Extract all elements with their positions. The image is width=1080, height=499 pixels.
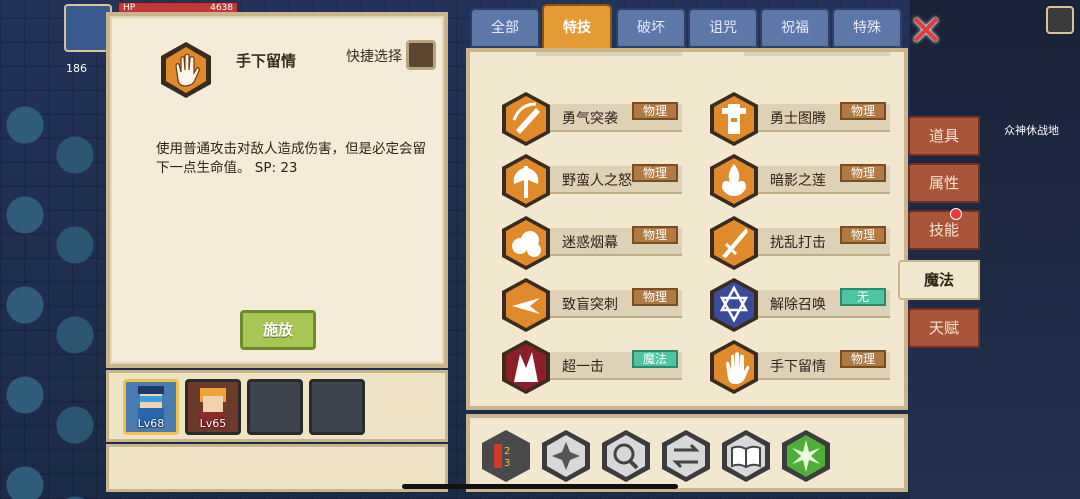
skill-name: 勇气突袭 [562,111,618,127]
skill-row[interactable]: 手下留情 物理 [692,338,892,396]
skill-toolbar: 23 [466,414,908,492]
partial-row [692,52,892,62]
skill-row[interactable]: 迷惑烟幕 物理 [484,214,684,272]
tab-all[interactable]: 全部 [470,8,540,48]
party-member-2[interactable]: Lv65 [185,379,241,435]
menu-magic[interactable]: 魔法 [898,260,980,300]
shuriken-icon[interactable] [540,428,592,484]
partial-row [484,52,684,62]
tab-special-skill[interactable]: 特技 [542,4,612,52]
skill-type-badge: 物理 [632,164,678,182]
svg-text:2: 2 [504,446,510,457]
skill-name: 解除召唤 [770,297,826,313]
skill-row[interactable]: 勇士图腾 物理 [692,90,892,148]
menu-talent[interactable]: 天赋 [908,308,980,348]
swap-arrows-icon[interactable] [660,428,712,484]
skill-name: 野蛮人之怒 [562,173,632,189]
skill-name: 致盲突刺 [562,297,618,313]
skill-row[interactable]: 暗影之莲 物理 [692,152,892,210]
quick-select-checkbox[interactable] [406,40,436,70]
svg-text:3: 3 [504,458,510,469]
hero-portrait[interactable] [64,4,112,52]
crimson-strike-icon [502,340,550,394]
tab-curse[interactable]: 诅咒 [688,8,758,48]
skill-type-badge: 魔法 [632,350,678,368]
menu-items[interactable]: 道具 [908,116,980,156]
skill-name: 暗影之莲 [770,173,826,189]
dagger-strike-icon [710,216,758,270]
totem-icon [710,92,758,146]
magnifier-icon[interactable] [600,428,652,484]
skill-name: 手下留情 [770,359,826,375]
numbered-list-icon[interactable]: 23 [480,428,532,484]
party-member-1[interactable]: Lv68 [123,379,179,435]
skill-type-badge: 物理 [632,226,678,244]
skill-row[interactable]: 解除召唤无 [692,276,892,334]
party-slot-empty[interactable] [309,379,365,435]
hexagram-icon [710,278,758,332]
skill-description: 使用普通攻击对敌人造成伤害，但是必定会留下一点生命值。 SP: 23 [156,141,426,176]
tab-special[interactable]: 特殊 [832,8,902,48]
skill-title: 手下留情 [236,52,297,70]
axe-icon [502,154,550,208]
green-burst-icon[interactable] [780,428,832,484]
quick-select-label: 快捷选择 [346,49,402,65]
tab-destruction[interactable]: 破坏 [616,8,686,48]
open-hand-icon [161,42,211,98]
skill-type-badge: 无 [840,288,886,306]
skill-type-badge: 物理 [632,288,678,306]
skill-type-badge: 物理 [840,350,886,368]
party-level: Lv68 [137,417,165,430]
skill-row[interactable]: 野蛮人之怒 物理 [484,152,684,210]
sword-slash-icon [502,92,550,146]
skill-type-badge: 物理 [632,102,678,120]
cast-button[interactable]: 施放 [240,310,316,350]
flame-lotus-icon [710,154,758,208]
skill-row[interactable]: 扰乱打击 物理 [692,214,892,272]
skill-row[interactable]: 致盲突刺 物理 [484,276,684,334]
smoke-icon [502,216,550,270]
skill-detail-panel: 手下留情 快捷选择 使用普通攻击对敌人造成伤害，但是必定会留下一点生命值。 SP… [106,12,448,368]
skill-type-badge: 物理 [840,164,886,182]
home-indicator [402,484,678,489]
forest-tiles [0,95,105,499]
level-badge: 186 [66,62,87,75]
menu-skills[interactable]: 技能 [908,210,980,250]
party-bar: Lv68 Lv65 [106,370,448,442]
skill-name: 超一击 [562,359,604,375]
close-icon[interactable]: ✕ [906,10,946,52]
skill-type-badge: 物理 [840,102,886,120]
skill-type-badge: 物理 [840,226,886,244]
skill-list-panel: 勇气突袭 物理 勇士图腾 物理 野蛮人之怒 物理 暗影之莲 物理 迷惑烟幕 物理 扰乱打击 物理 致盲突… [466,48,908,410]
skill-name: 勇士图腾 [770,111,826,127]
tab-blessing[interactable]: 祝福 [760,8,830,48]
bottom-strip [106,444,448,492]
party-level: Lv65 [199,417,227,430]
notification-dot [950,208,962,220]
skill-name: 扰乱打击 [770,235,826,251]
expand-icon[interactable] [1046,6,1074,34]
skill-row[interactable]: 勇气突袭 物理 [484,90,684,148]
map-location-label: 众神休战地 [1004,124,1059,137]
bird-strike-icon [502,278,550,332]
book-icon[interactable] [720,428,772,484]
open-hand-icon [710,340,758,394]
skill-name: 迷惑烟幕 [562,235,618,251]
party-slot-empty[interactable] [247,379,303,435]
skill-row[interactable]: 超一击 魔法 [484,338,684,396]
menu-attributes[interactable]: 属性 [908,163,980,203]
